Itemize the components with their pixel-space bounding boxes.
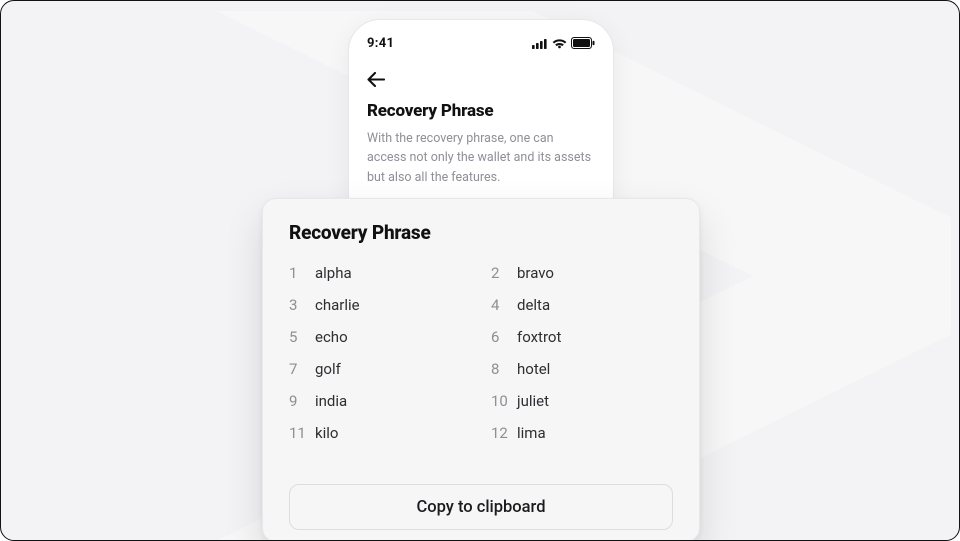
battery-icon xyxy=(571,37,595,49)
phrase-item: 8hotel xyxy=(491,360,673,378)
phrase-item: 3charlie xyxy=(289,296,471,314)
phrase-number: 6 xyxy=(491,328,517,346)
page-description: With the recovery phrase, one can access… xyxy=(367,129,595,187)
phrase-item: 6foxtrot xyxy=(491,328,673,346)
status-indicators xyxy=(532,37,595,49)
wifi-icon xyxy=(552,38,567,49)
phrase-word: echo xyxy=(315,328,348,346)
phrase-number: 7 xyxy=(289,360,315,378)
phrase-item: 4delta xyxy=(491,296,673,314)
recovery-phrase-sheet: Recovery Phrase 1alpha 2bravo 3charlie 4… xyxy=(262,198,700,541)
phrase-word: juliet xyxy=(517,392,549,410)
status-bar: 9:41 xyxy=(367,34,595,52)
page-title: Recovery Phrase xyxy=(367,101,595,121)
phrase-number: 9 xyxy=(289,392,315,410)
phrase-item: 9india xyxy=(289,392,471,410)
phrase-number: 12 xyxy=(491,424,517,442)
phrase-number: 4 xyxy=(491,296,517,314)
cellular-icon xyxy=(532,38,548,49)
copy-to-clipboard-button[interactable]: Copy to clipboard xyxy=(289,484,673,530)
phrase-number: 10 xyxy=(491,392,517,410)
arrow-left-icon xyxy=(367,72,385,87)
phrase-word: kilo xyxy=(315,424,338,442)
recovery-phrase-grid: 1alpha 2bravo 3charlie 4delta 5echo 6fox… xyxy=(289,264,673,442)
phrase-item: 2bravo xyxy=(491,264,673,282)
phrase-word: golf xyxy=(315,360,341,378)
phrase-word: delta xyxy=(517,296,550,314)
sheet-title: Recovery Phrase xyxy=(289,221,673,244)
status-time: 9:41 xyxy=(367,36,394,51)
phrase-word: lima xyxy=(517,424,546,442)
phrase-item: 12lima xyxy=(491,424,673,442)
phrase-word: charlie xyxy=(315,296,360,314)
phrase-number: 8 xyxy=(491,360,517,378)
phrase-word: alpha xyxy=(315,264,352,282)
phrase-word: india xyxy=(315,392,347,410)
phrase-word: foxtrot xyxy=(517,328,561,346)
phrase-number: 3 xyxy=(289,296,315,314)
phrase-item: 10juliet xyxy=(491,392,673,410)
phrase-item: 7golf xyxy=(289,360,471,378)
phrase-number: 5 xyxy=(289,328,315,346)
phrase-number: 1 xyxy=(289,264,315,282)
phrase-word: hotel xyxy=(517,360,550,378)
app-stage: 9:41 Recovery Phrase With the recovery p… xyxy=(0,0,960,541)
phrase-number: 2 xyxy=(491,264,517,282)
phrase-item: 5echo xyxy=(289,328,471,346)
phrase-item: 1alpha xyxy=(289,264,471,282)
phrase-item: 11kilo xyxy=(289,424,471,442)
copy-button-label: Copy to clipboard xyxy=(416,498,545,517)
phrase-word: bravo xyxy=(517,264,554,282)
back-button[interactable] xyxy=(367,72,595,91)
phrase-number: 11 xyxy=(289,424,315,442)
